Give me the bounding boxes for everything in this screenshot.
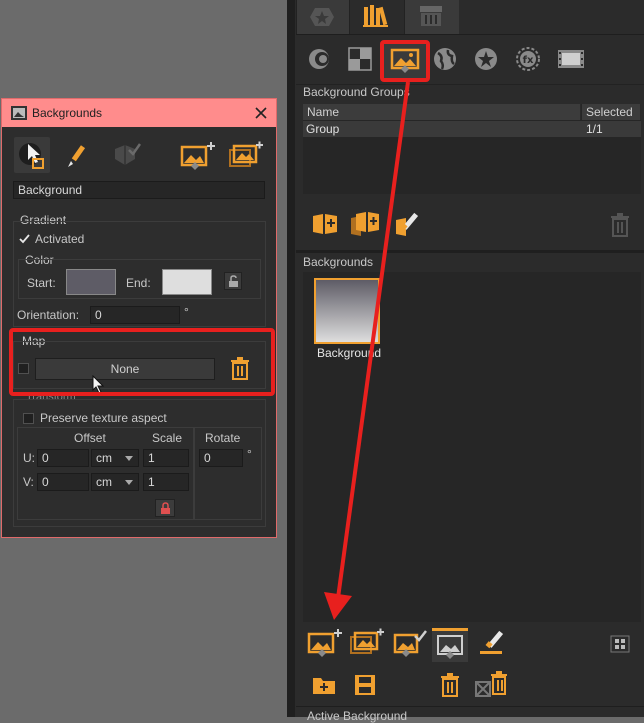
annotation-arrow	[324, 81, 410, 620]
